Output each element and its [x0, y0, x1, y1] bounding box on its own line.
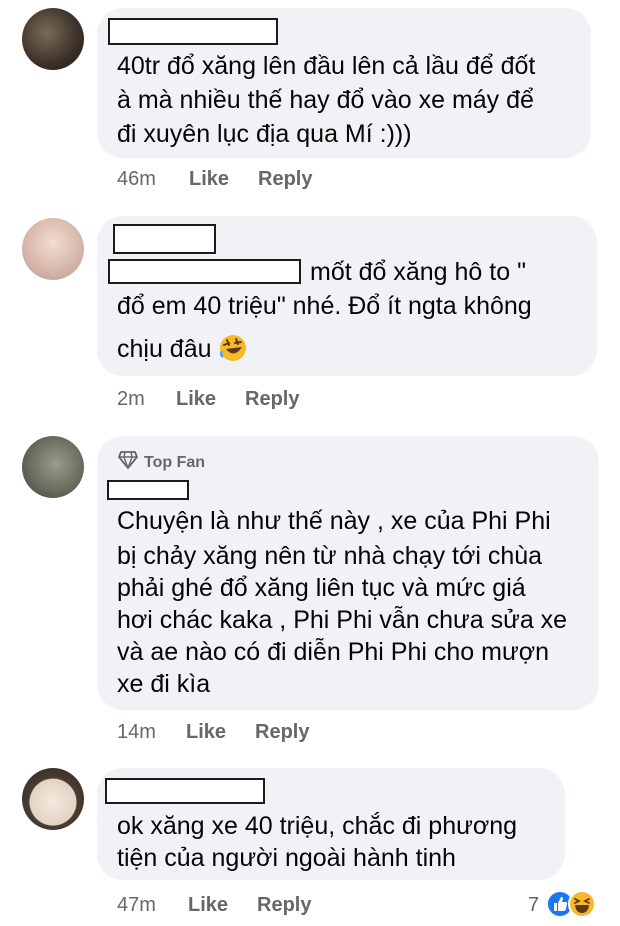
like-button[interactable]: Like [189, 168, 229, 191]
haha-reaction-icon [568, 890, 596, 923]
like-button[interactable]: Like [186, 721, 226, 744]
comment-text-line: chịu đâu [117, 333, 248, 372]
comment-text-line: ok xăng xe 40 triệu, chắc đi phương [117, 812, 518, 840]
reactions-summary[interactable] [546, 888, 606, 920]
comment-time[interactable]: 46m [117, 168, 156, 191]
comment-text-line: à mà nhiều thế hay đổ vào xe máy để [117, 86, 534, 114]
comment-time[interactable]: 2m [117, 388, 145, 411]
comment-text-line: mốt đổ xăng hô to " [310, 258, 526, 286]
redacted-name-box [107, 480, 189, 500]
commenter-avatar[interactable] [22, 8, 84, 70]
reply-button[interactable]: Reply [258, 168, 312, 191]
commenter-avatar[interactable] [22, 768, 84, 830]
comment-text-line: Chuyện là như thế này , xe của Phi Phi [117, 507, 551, 535]
commenter-avatar[interactable] [22, 436, 84, 498]
reaction-count[interactable]: 7 [528, 894, 539, 917]
diamond-icon [118, 451, 138, 474]
top-fan-badge: Top Fan [118, 451, 205, 474]
like-button[interactable]: Like [176, 388, 216, 411]
like-button[interactable]: Like [188, 894, 228, 917]
comment-text-line: xe đi kìa [117, 670, 211, 698]
top-fan-label: Top Fan [144, 453, 206, 471]
comment-time[interactable]: 14m [117, 721, 156, 744]
commenter-avatar[interactable] [22, 218, 84, 280]
rolling-on-floor-laughing-emoji [218, 333, 248, 372]
comment-time[interactable]: 47m [117, 894, 156, 917]
redacted-name-box [105, 778, 265, 804]
comment-text-line: bị chảy xăng nên từ nhà chạy tới chùa [117, 542, 543, 570]
comment-text-line: 40tr đổ xăng lên đầu lên cả lầu để đốt [117, 52, 536, 80]
redacted-name-box [113, 224, 216, 254]
reply-button[interactable]: Reply [257, 894, 311, 917]
redacted-mention-box [108, 259, 301, 284]
comment-text-line: và ae nào có đi diễn Phi Phi cho mượn [117, 638, 549, 666]
comment-text-line: hơi chác kaka , Phi Phi vẫn chưa sửa xe [117, 606, 568, 634]
comment-text-line: tiện của người ngoài hành tinh [117, 844, 456, 872]
comment-text-line: phải ghé đổ xăng liên tục và mức giá [117, 574, 526, 602]
comment-text-line: đi xuyên lục địa qua Mí :))) [117, 120, 412, 148]
redacted-name-box [108, 18, 278, 45]
comment-text-fragment: chịu đâu [117, 335, 212, 363]
comment-text-line: đổ em 40 triệu" nhé. Đổ ít ngta không [117, 292, 532, 320]
reply-button[interactable]: Reply [245, 388, 299, 411]
reply-button[interactable]: Reply [255, 721, 309, 744]
